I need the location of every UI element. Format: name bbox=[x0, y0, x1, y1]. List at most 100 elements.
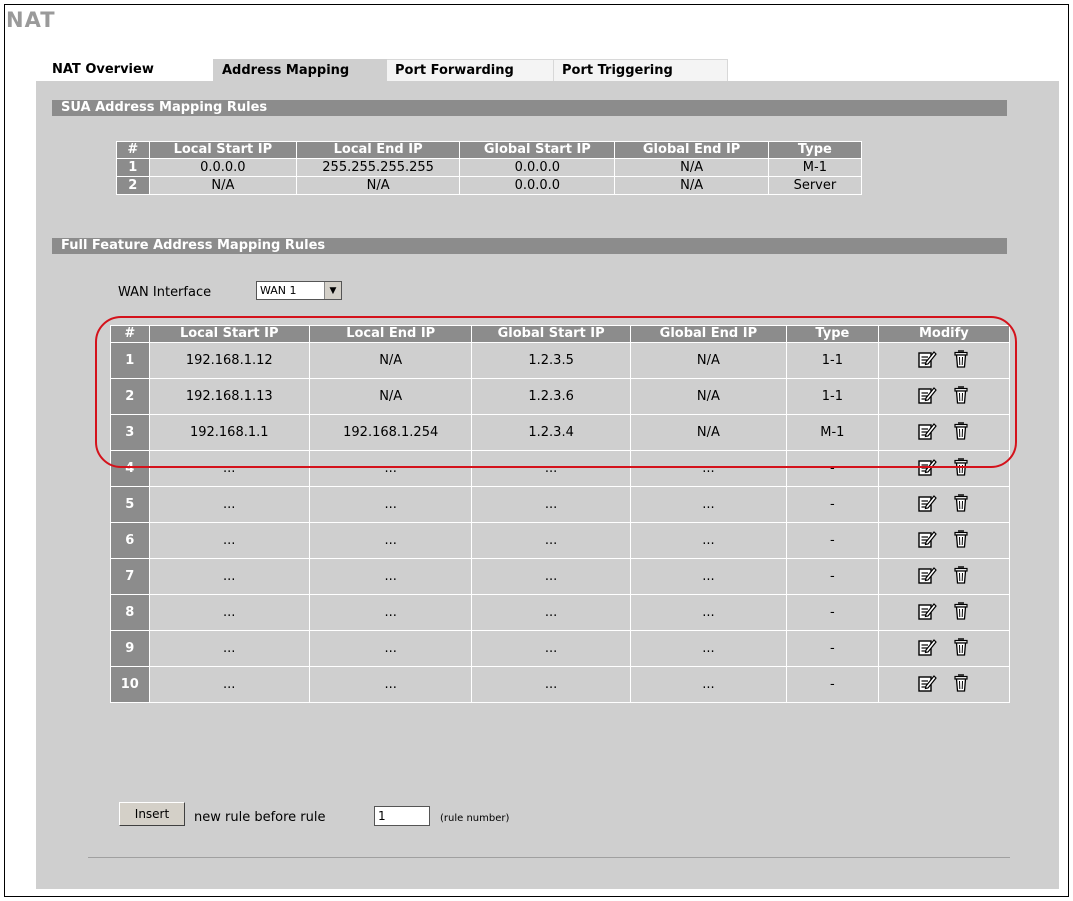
trash-icon[interactable] bbox=[951, 673, 971, 697]
edit-icon[interactable] bbox=[917, 493, 937, 517]
mapping-type: - bbox=[786, 522, 879, 559]
col-type: Type bbox=[786, 325, 879, 343]
col-local-end: Local End IP bbox=[308, 325, 473, 343]
global-end-ip: ... bbox=[629, 666, 788, 703]
row-number: 3 bbox=[110, 414, 150, 451]
tab-port-triggering[interactable]: Port Triggering bbox=[554, 59, 728, 81]
local-end-ip: N/A bbox=[308, 378, 473, 415]
table-row: 4............ - bbox=[110, 450, 1011, 487]
trash-icon[interactable] bbox=[951, 493, 971, 517]
row-number: 10 bbox=[110, 666, 150, 703]
col-num: # bbox=[116, 141, 150, 159]
modify-cell bbox=[877, 342, 1011, 379]
global-end-ip: ... bbox=[629, 450, 788, 487]
local-end-ip: 255.255.255.255 bbox=[296, 158, 461, 177]
edit-icon[interactable] bbox=[917, 529, 937, 553]
sua-header-row: # Local Start IP Local End IP Global Sta… bbox=[116, 141, 863, 159]
trash-icon[interactable] bbox=[951, 385, 971, 409]
global-start-ip: ... bbox=[471, 486, 631, 523]
sua-table: # Local Start IP Local End IP Global Sta… bbox=[116, 141, 863, 195]
edit-icon[interactable] bbox=[917, 637, 937, 661]
global-end-ip: ... bbox=[629, 630, 788, 667]
local-end-ip: ... bbox=[308, 630, 473, 667]
full-mapping-table: # Local Start IP Local End IP Global Sta… bbox=[110, 325, 1011, 703]
trash-icon[interactable] bbox=[951, 565, 971, 589]
local-end-ip: ... bbox=[308, 594, 473, 631]
local-start-ip: N/A bbox=[148, 176, 298, 195]
edit-icon[interactable] bbox=[917, 421, 937, 445]
trash-icon[interactable] bbox=[951, 349, 971, 373]
table-row: 3 192.168.1.1 192.168.1.254 1.2.3.4 N/A M-1 bbox=[110, 414, 1011, 451]
trash-icon[interactable] bbox=[951, 421, 971, 445]
modify-cell bbox=[877, 630, 1011, 667]
row-number: 4 bbox=[110, 450, 150, 487]
trash-icon[interactable] bbox=[951, 637, 971, 661]
sua-section-title: SUA Address Mapping Rules bbox=[52, 100, 1007, 116]
global-start-ip: 1.2.3.5 bbox=[471, 342, 631, 379]
tab-address-mapping[interactable]: Address Mapping bbox=[213, 59, 387, 81]
local-start-ip: ... bbox=[148, 666, 310, 703]
local-start-ip: ... bbox=[148, 486, 310, 523]
trash-icon[interactable] bbox=[951, 601, 971, 625]
mapping-type: 1-1 bbox=[786, 378, 879, 415]
local-start-ip: ... bbox=[148, 450, 310, 487]
wan-interface-select[interactable]: WAN 1 ▼ bbox=[256, 281, 342, 300]
chevron-down-icon[interactable]: ▼ bbox=[324, 282, 341, 299]
global-end-ip: N/A bbox=[629, 342, 788, 379]
edit-icon[interactable] bbox=[917, 457, 937, 481]
mapping-type: - bbox=[786, 486, 879, 523]
mapping-type: 1-1 bbox=[786, 342, 879, 379]
global-end-ip: ... bbox=[629, 522, 788, 559]
mapping-type: - bbox=[786, 450, 879, 487]
local-start-ip: ... bbox=[148, 630, 310, 667]
local-start-ip: 0.0.0.0 bbox=[148, 158, 298, 177]
full-section-title: Full Feature Address Mapping Rules bbox=[52, 238, 1007, 254]
edit-icon[interactable] bbox=[917, 349, 937, 373]
row-number: 2 bbox=[116, 176, 150, 195]
local-start-ip: ... bbox=[148, 558, 310, 595]
tab-nat-overview[interactable]: NAT Overview bbox=[44, 59, 213, 81]
row-number: 1 bbox=[116, 158, 150, 177]
local-end-ip: N/A bbox=[308, 342, 473, 379]
table-row: 7............ - bbox=[110, 558, 1011, 595]
global-start-ip: 1.2.3.6 bbox=[471, 378, 631, 415]
tab-port-forwarding[interactable]: Port Forwarding bbox=[387, 59, 554, 81]
rule-number-input[interactable] bbox=[374, 806, 430, 826]
wan-interface-label: WAN Interface bbox=[118, 285, 212, 300]
table-row: 1 0.0.0.0 255.255.255.255 0.0.0.0 N/A M-… bbox=[116, 158, 863, 177]
local-end-ip: ... bbox=[308, 486, 473, 523]
global-end-ip: N/A bbox=[629, 414, 788, 451]
row-number: 7 bbox=[110, 558, 150, 595]
edit-icon[interactable] bbox=[917, 601, 937, 625]
local-end-ip: N/A bbox=[296, 176, 461, 195]
tab-bar: NAT Overview Address Mapping Port Forwar… bbox=[44, 59, 728, 81]
col-global-end: Global End IP bbox=[614, 141, 769, 159]
modify-cell bbox=[877, 486, 1011, 523]
divider bbox=[88, 857, 1010, 858]
local-start-ip: ... bbox=[148, 522, 310, 559]
table-row: 1 192.168.1.12 N/A 1.2.3.5 N/A 1-1 bbox=[110, 342, 1011, 379]
table-row: 2 N/A N/A 0.0.0.0 N/A Server bbox=[116, 176, 863, 195]
insert-button[interactable]: Insert bbox=[119, 802, 185, 826]
global-start-ip: 0.0.0.0 bbox=[459, 176, 616, 195]
row-number: 6 bbox=[110, 522, 150, 559]
local-end-ip: ... bbox=[308, 522, 473, 559]
local-start-ip: 192.168.1.1 bbox=[148, 414, 310, 451]
global-end-ip: ... bbox=[629, 594, 788, 631]
col-num: # bbox=[110, 325, 150, 343]
global-start-ip: ... bbox=[471, 450, 631, 487]
mapping-type: M-1 bbox=[786, 414, 879, 451]
local-end-ip: ... bbox=[308, 558, 473, 595]
col-local-start: Local Start IP bbox=[148, 141, 298, 159]
edit-icon[interactable] bbox=[917, 673, 937, 697]
trash-icon[interactable] bbox=[951, 529, 971, 553]
col-type: Type bbox=[767, 141, 863, 159]
col-modify: Modify bbox=[877, 325, 1011, 343]
global-end-ip: N/A bbox=[629, 378, 788, 415]
global-end-ip: ... bbox=[629, 486, 788, 523]
trash-icon[interactable] bbox=[951, 457, 971, 481]
edit-icon[interactable] bbox=[917, 565, 937, 589]
mapping-type: M-1 bbox=[767, 158, 863, 177]
rule-number-hint: (rule number) bbox=[440, 813, 510, 824]
edit-icon[interactable] bbox=[917, 385, 937, 409]
